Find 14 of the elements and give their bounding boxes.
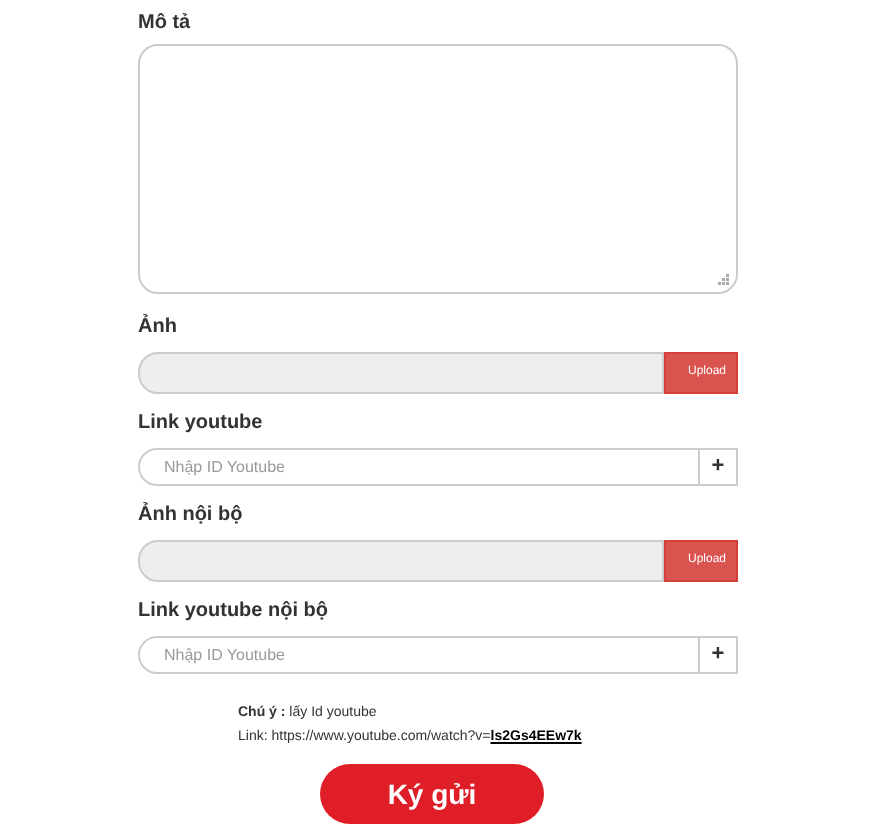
- resize-handle-icon: [718, 274, 730, 286]
- add-button[interactable]: +: [700, 448, 738, 486]
- description-textarea[interactable]: [138, 44, 738, 294]
- field-label: Ảnh nội bộ: [138, 500, 245, 530]
- file-field[interactable]: [138, 352, 664, 394]
- field-label: Mô tả: [138, 10, 193, 38]
- youtube-id-field[interactable]: Nhập ID Youtube: [138, 636, 700, 674]
- youtube-id-field[interactable]: Nhập ID Youtube: [138, 448, 700, 486]
- submit-button[interactable]: Ký gửi: [320, 764, 544, 824]
- field-label: Link youtube: [138, 410, 265, 438]
- file-field[interactable]: [138, 540, 664, 582]
- field-label: Link youtube nội bộ: [138, 598, 330, 626]
- field-label: Ảnh: [138, 312, 179, 342]
- add-button[interactable]: +: [700, 636, 738, 674]
